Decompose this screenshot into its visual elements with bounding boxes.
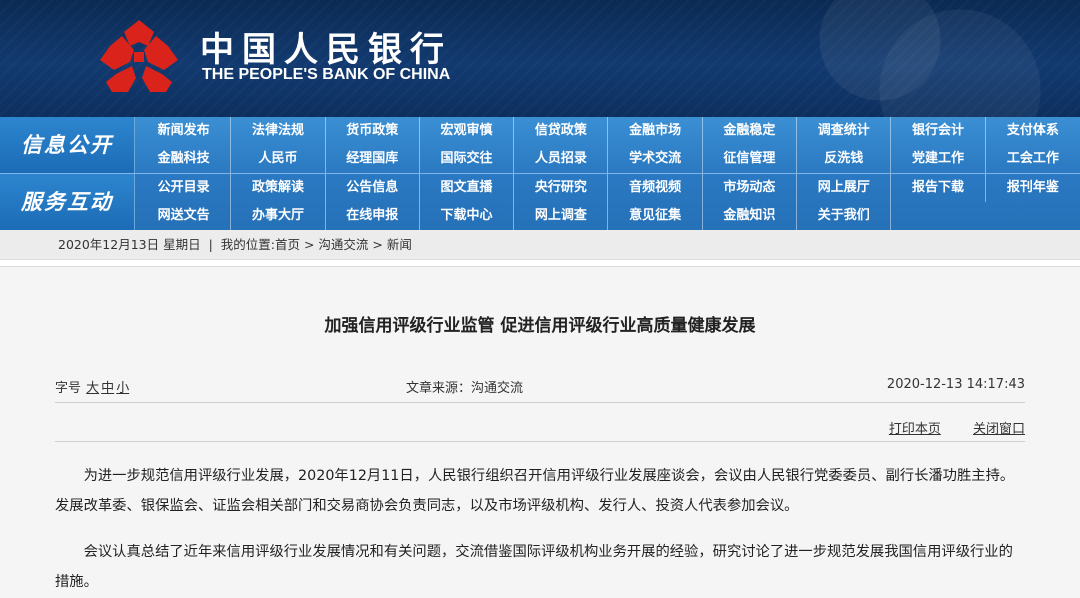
nav-link[interactable]: 人民币: [231, 145, 326, 173]
nav-link[interactable]: 下载中心: [420, 202, 515, 230]
font-size-medium-link[interactable]: 中: [101, 381, 114, 396]
nav-link[interactable]: 党建工作: [891, 145, 986, 173]
nav-section-title[interactable]: 服务互动: [0, 174, 135, 230]
breadcrumb: 2020年12月13日 星期日 | 我的位置:首页 > 沟通交流 > 新闻: [0, 230, 1080, 260]
nav-section-service: 服务互动 公开目录 政策解读 公告信息 图文直播 央行研究 音频视频 市场动态 网上展厅 报告下…: [0, 174, 1080, 230]
print-page-link[interactable]: 打印本页: [889, 422, 941, 437]
nav-link[interactable]: 调查统计: [797, 117, 892, 145]
nav-link[interactable]: 金融稳定: [703, 117, 798, 145]
nav-link[interactable]: 央行研究: [514, 174, 609, 202]
nav-link[interactable]: 宏观审慎: [420, 117, 515, 145]
article-paragraph: 为进一步规范信用评级行业发展，2020年12月11日，人民银行组织召开信用评级行…: [55, 468, 1015, 514]
nav-link[interactable]: 音频视频: [608, 174, 703, 202]
nav-link[interactable]: 在线申报: [326, 202, 420, 230]
nav-link[interactable]: 征信管理: [703, 145, 798, 173]
article-title: 加强信用评级行业监管 促进信用评级行业高质量健康发展: [324, 316, 756, 336]
nav-link[interactable]: 新闻发布: [137, 117, 232, 145]
pboc-emblem-icon[interactable]: [100, 20, 178, 92]
nav-link[interactable]: 人员招录: [514, 145, 609, 173]
article-source: 文章来源：沟通交流: [406, 381, 524, 396]
font-size-small-link[interactable]: 小: [116, 381, 129, 396]
nav-link[interactable]: 经理国库: [326, 145, 420, 173]
nav-link[interactable]: 意见征集: [608, 202, 703, 230]
nav-link[interactable]: 法律法规: [231, 117, 326, 145]
location-label: 我的位置:: [220, 237, 276, 252]
nav-link[interactable]: 关于我们: [797, 202, 892, 230]
article-datetime: 2020-12-13 14:17:43: [886, 377, 1025, 392]
nav-links-service: 公开目录 政策解读 公告信息 图文直播 央行研究 音频视频 市场动态 网上展厅 报告下载 报刊年鉴…: [137, 174, 1080, 230]
nav-link[interactable]: 网上展厅: [797, 174, 892, 202]
nav-link[interactable]: 网上调查: [514, 202, 609, 230]
nav-link[interactable]: 信贷政策: [514, 117, 609, 145]
logo-chinese-text: 中国人民银行: [200, 30, 452, 70]
divider: [55, 402, 1025, 403]
nav-link[interactable]: 国际交往: [420, 145, 515, 173]
divider: [55, 441, 1025, 442]
font-size-selector: 字号 大中小: [55, 377, 130, 396]
article-meta: 字号 大中小 文章来源：沟通交流 2020-12-13 14:17:43: [55, 377, 1025, 397]
breadcrumb-separator: |: [208, 237, 213, 252]
nav-links-info: 新闻发布 法律法规 货币政策 宏观审慎 信贷政策 金融市场 金融稳定 调查统计 银行会计 支付体系…: [137, 117, 1080, 173]
nav-link[interactable]: 支付体系: [986, 117, 1080, 145]
nav-link[interactable]: 公开目录: [137, 174, 232, 202]
nav-link[interactable]: 金融科技: [137, 145, 232, 173]
nav-link[interactable]: 反洗钱: [797, 145, 892, 173]
site-banner: 中国人民银行 THE PEOPLE'S BANK OF CHINA: [0, 0, 1080, 117]
nav-link[interactable]: 银行会计: [891, 117, 986, 145]
nav-link[interactable]: 市场动态: [703, 174, 798, 202]
nav-link[interactable]: 办事大厅: [231, 202, 326, 230]
nav-link[interactable]: 报告下载: [891, 174, 986, 202]
nav-section-title[interactable]: 信息公开: [0, 117, 135, 173]
font-size-large-link[interactable]: 大: [86, 381, 99, 396]
nav-link[interactable]: 金融市场: [608, 117, 703, 145]
nav-link[interactable]: 图文直播: [420, 174, 515, 202]
logo-english-text: THE PEOPLE'S BANK OF CHINA: [202, 66, 451, 83]
article-paragraph: 会议认真总结了近年来信用评级行业发展情况和有关问题，交流借鉴国际评级机构业务开展…: [55, 544, 1013, 590]
nav-link[interactable]: 货币政策: [326, 117, 420, 145]
font-size-label: 字号: [55, 381, 82, 396]
nav-link[interactable]: 报刊年鉴: [986, 174, 1080, 202]
article-panel: 加强信用评级行业监管 促进信用评级行业高质量健康发展 字号 大中小 文章来源：沟…: [0, 266, 1080, 598]
nav-link[interactable]: 学术交流: [608, 145, 703, 173]
nav-link[interactable]: 政策解读: [231, 174, 326, 202]
article-tools: 打印本页 关闭窗口: [861, 418, 1025, 437]
nav-section-info: 信息公开 新闻发布 法律法规 货币政策 宏观审慎 信贷政策 金融市场 金融稳定 调查统计 银行会…: [0, 117, 1080, 173]
current-date: 2020年12月13日 星期日: [58, 237, 201, 252]
nav-link[interactable]: 公告信息: [326, 174, 420, 202]
close-window-link[interactable]: 关闭窗口: [973, 422, 1025, 437]
nav-link[interactable]: 工会工作: [986, 145, 1080, 173]
breadcrumb-path[interactable]: 首页 > 沟通交流 > 新闻: [275, 237, 412, 252]
nav-link[interactable]: 金融知识: [703, 202, 798, 230]
nav-link[interactable]: 网送文告: [137, 202, 232, 230]
main-nav: 信息公开 新闻发布 法律法规 货币政策 宏观审慎 信贷政策 金融市场 金融稳定 调查统计 银行会…: [0, 117, 1080, 230]
